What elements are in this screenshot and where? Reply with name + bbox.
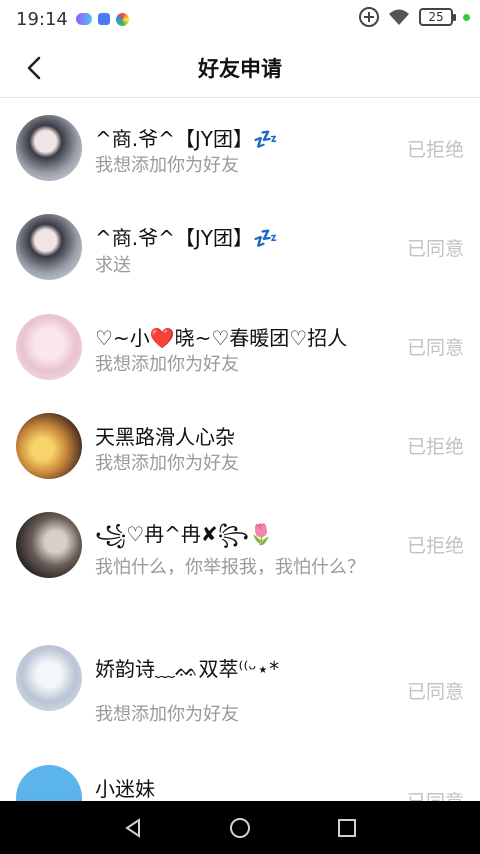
request-name: ^商.爷^【JY团】💤 (95, 226, 278, 250)
avatar (16, 765, 82, 801)
status-app-icons (75, 12, 129, 26)
avatar (16, 413, 82, 479)
request-message: 求送 (95, 255, 131, 276)
request-name: ^商.爷^【JY团】💤 (95, 127, 278, 151)
request-message: 我想添加你为好友 (95, 155, 239, 176)
navigation-bar (0, 801, 480, 854)
request-status: 已拒绝 (406, 535, 464, 557)
circle-home-icon (229, 817, 250, 838)
status-right-group: 25 (359, 7, 470, 27)
request-message: 我想添加你为好友 (95, 354, 239, 375)
friend-request-list[interactable]: ^商.爷^【JY团】💤 我想添加你为好友 已拒绝 ^商.爷^【JY团】💤 求送 … (0, 99, 480, 801)
charging-dot-icon (463, 13, 470, 21)
request-status: 已拒绝 (406, 436, 464, 458)
list-item[interactable]: ^商.爷^【JY团】💤 我想添加你为好友 已拒绝 (0, 99, 480, 200)
chevron-left-icon (27, 56, 41, 80)
list-item[interactable]: 小迷妹 已同意 (0, 751, 480, 801)
nav-home-button[interactable] (228, 816, 252, 840)
request-name: ♡~小❤️晓~♡春暖团♡招人 (95, 326, 348, 350)
status-bar: 19:14 25 (0, 0, 480, 38)
request-status: 已同意 (407, 787, 464, 801)
avatar (16, 214, 82, 280)
request-name: 娇韵诗﹏ᨐ双萃⁽⁽ᵕ⋆* (95, 657, 280, 681)
avatar (16, 512, 82, 578)
data-saver-icon (359, 7, 379, 27)
request-message: 我想添加你为好友 (95, 704, 239, 725)
request-message: 我怕什么，你举报我，我怕什么？ (95, 557, 365, 578)
triangle-back-icon (125, 817, 141, 838)
back-button[interactable] (18, 52, 50, 84)
header: 好友申请 (0, 38, 480, 98)
app-notification-icon (75, 13, 92, 25)
request-status: 已同意 (406, 238, 464, 260)
avatar (16, 645, 82, 711)
nav-back-button[interactable] (121, 816, 145, 840)
request-name: 天黑路滑人心杂 (95, 425, 235, 449)
request-status: 已同意 (406, 681, 464, 703)
request-status: 已同意 (406, 337, 464, 359)
list-item[interactable]: 天黑路滑人心杂 我想添加你为好友 已拒绝 (0, 399, 480, 498)
list-item[interactable]: ♡~小❤️晓~♡春暖团♡招人 我想添加你为好友 已同意 (0, 300, 480, 399)
wifi-icon (389, 9, 409, 25)
list-item[interactable]: 娇韵诗﹏ᨐ双萃⁽⁽ᵕ⋆* 我想添加你为好友 已同意 (0, 631, 480, 751)
square-recents-icon (337, 818, 356, 837)
avatar (16, 314, 82, 380)
list-item[interactable]: ꧁♡冉^冉✘꧂🌷 我怕什么，你举报我，我怕什么？ 已拒绝 (0, 498, 480, 631)
nav-recents-button[interactable] (335, 816, 359, 840)
battery-level: 25 (428, 10, 444, 24)
request-message: 我想添加你为好友 (95, 453, 239, 474)
avatar (16, 115, 82, 181)
app-colorful-icon (115, 12, 129, 26)
battery-indicator: 25 (419, 8, 456, 26)
status-time: 19:14 (16, 8, 68, 30)
list-item[interactable]: ^商.爷^【JY团】💤 求送 已同意 (0, 200, 480, 300)
page-title: 好友申请 (198, 56, 282, 81)
baidu-icon (97, 13, 110, 25)
request-name: 小迷妹 (95, 777, 155, 801)
request-status: 已拒绝 (406, 139, 464, 161)
